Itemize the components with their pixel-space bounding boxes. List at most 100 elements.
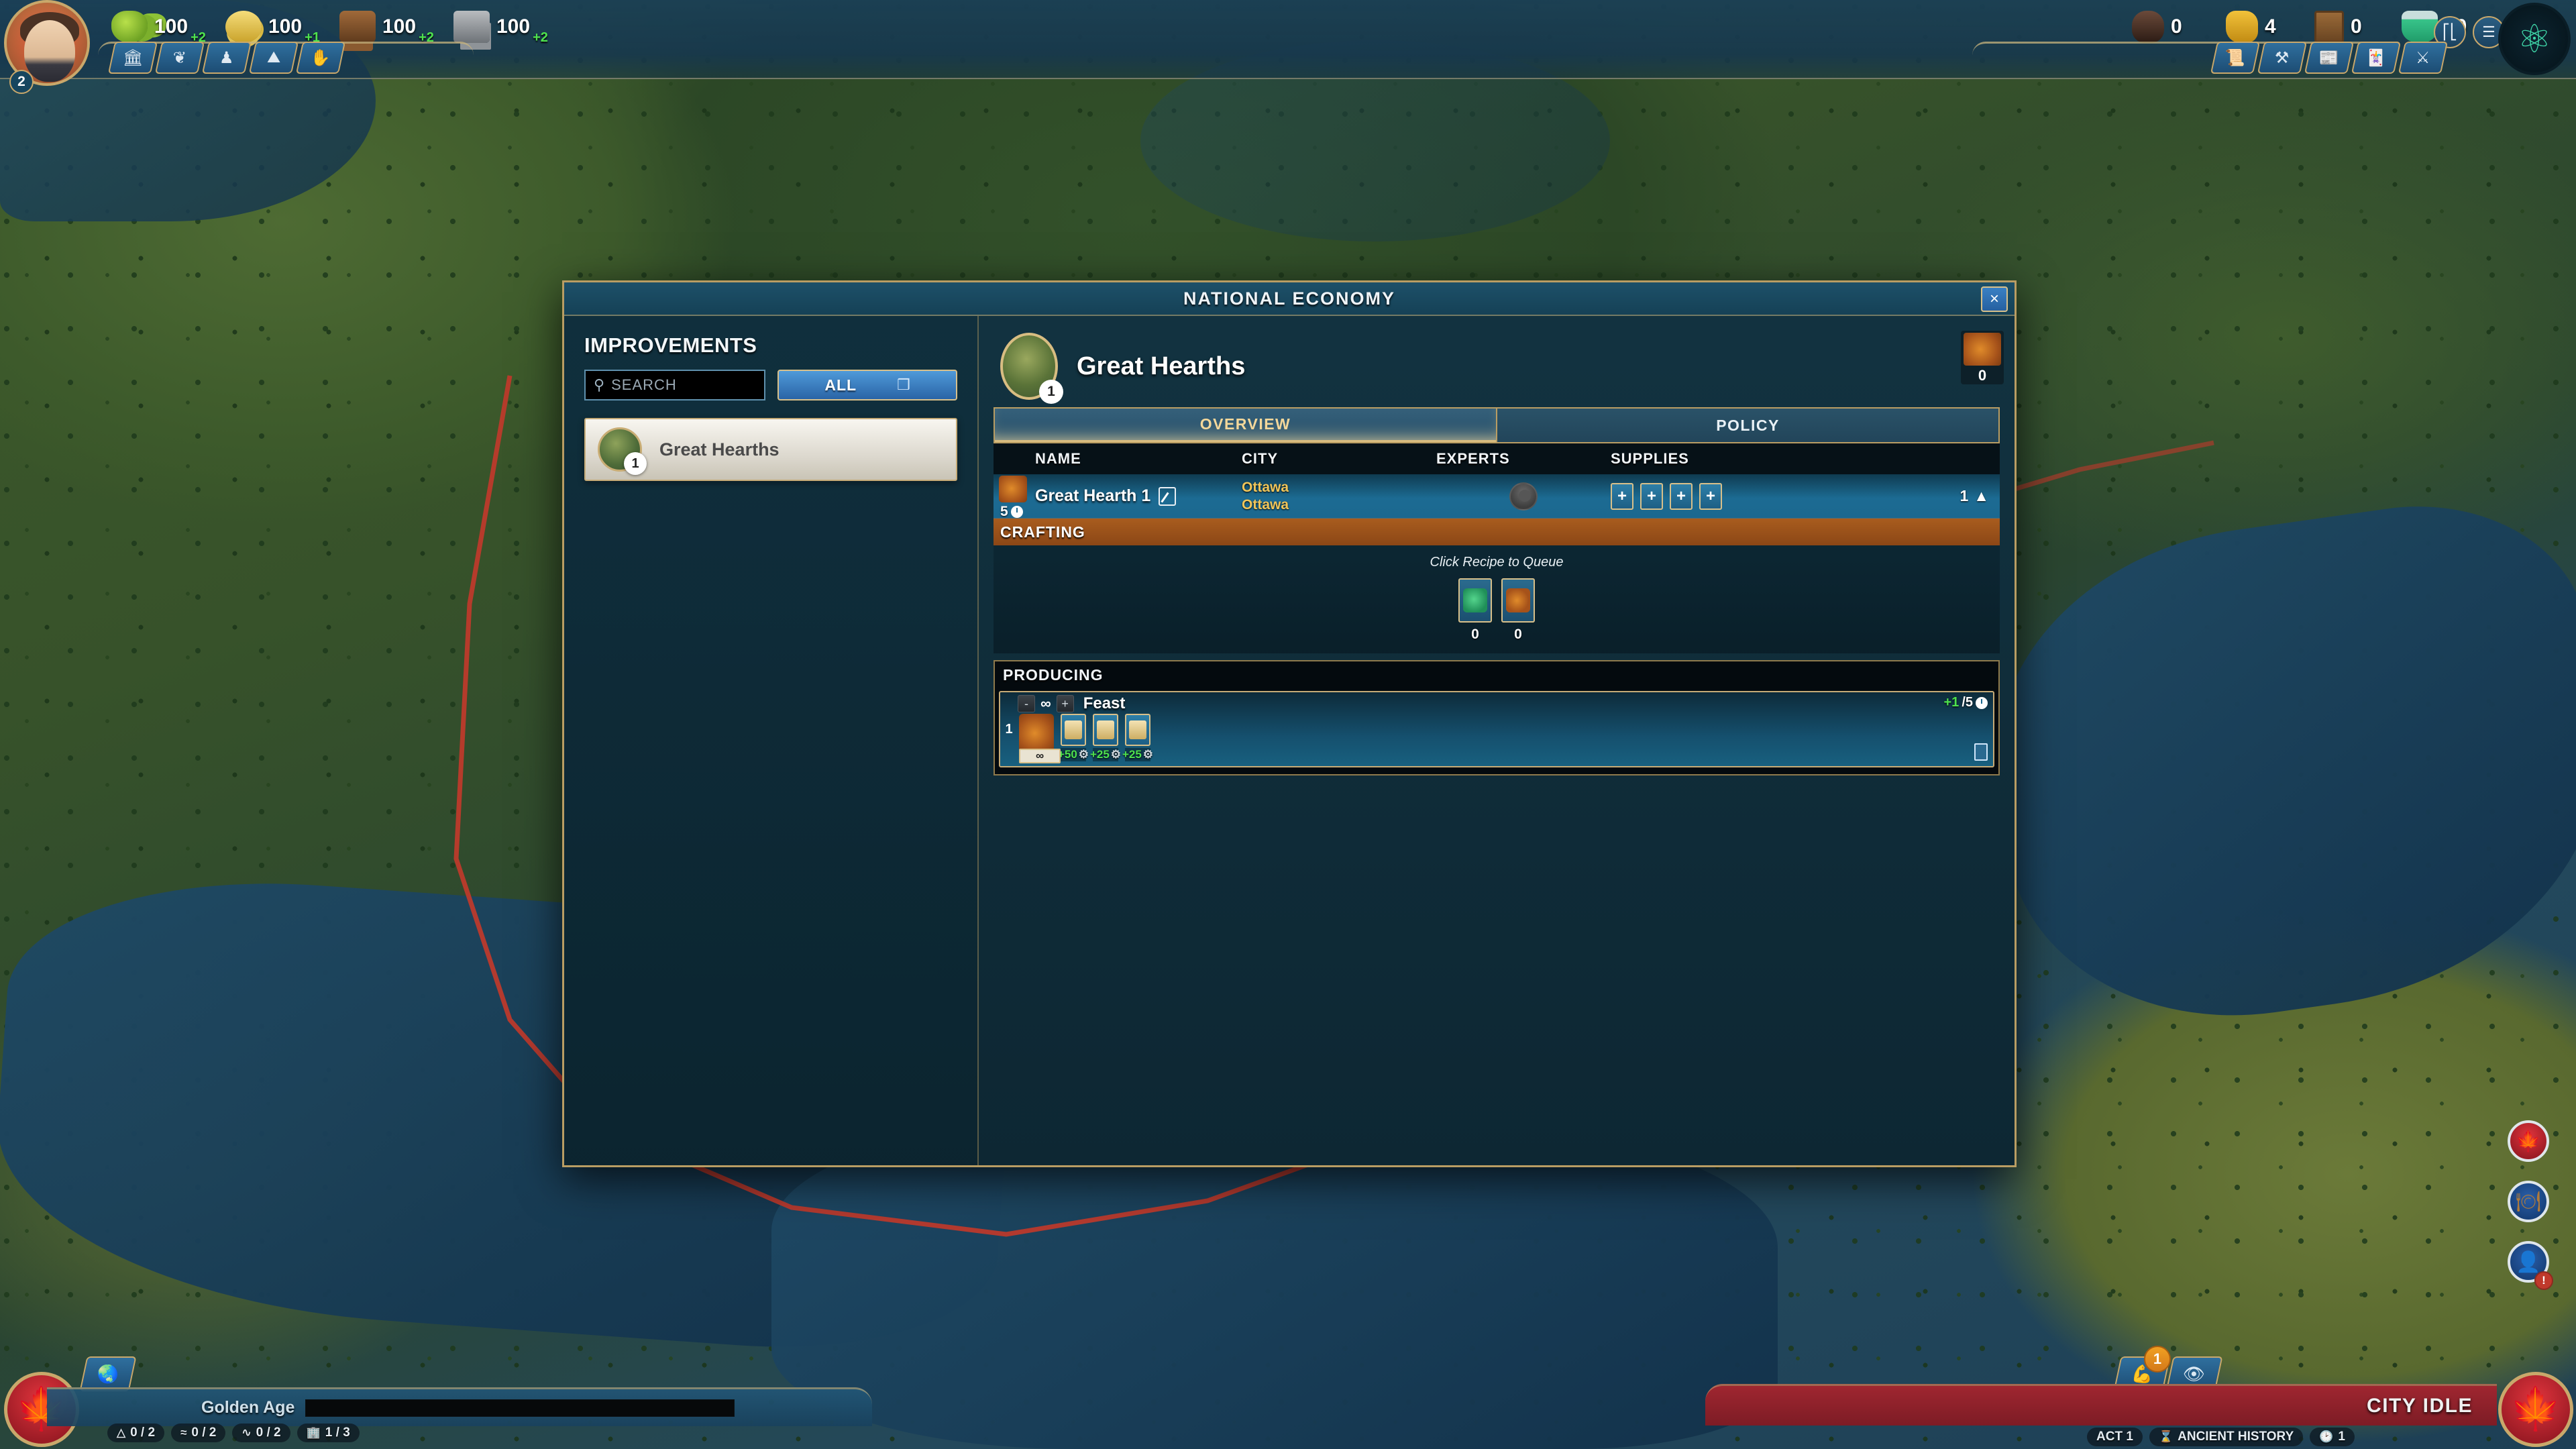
top-hud-bar: 2 100 +2 100 +1 100 +2 100 +2 0 4 0 10 ⎡…: [0, 0, 2576, 94]
nav-card[interactable]: 🃏: [2351, 42, 2402, 74]
list-item-label: Great Hearths: [659, 439, 780, 460]
recipe-feast[interactable]: 0: [1501, 578, 1535, 643]
side-button-flag[interactable]: 🍁: [2508, 1120, 2549, 1162]
table-row[interactable]: 5 Great Hearth 1 Ottawa Ottawa + + + + 1…: [994, 474, 2000, 519]
flag-canada-icon: 🍁: [2510, 1386, 2562, 1432]
city-name-secondary[interactable]: Ottawa: [1242, 496, 1436, 514]
nav-diplomacy[interactable]: ❦: [154, 42, 205, 74]
filter-dropdown[interactable]: ALL ❒: [777, 370, 957, 400]
nav-terrain[interactable]: ⛰: [248, 42, 299, 74]
nav-newspaper[interactable]: 📰: [2304, 42, 2355, 74]
advisor-alert-badge[interactable]: !: [2534, 1271, 2553, 1290]
increase-button[interactable]: +: [1056, 695, 1074, 712]
menu-icon: ☰: [2482, 23, 2496, 40]
great-hearths-thumb: 1: [598, 427, 647, 475]
output-value: +25 ⚙: [1090, 748, 1121, 761]
expert-slot[interactable]: [1509, 482, 1538, 511]
supply-add-button[interactable]: +: [1611, 482, 1633, 510]
nav-anvil[interactable]: ⚒: [2257, 42, 2308, 74]
output-amount: +50: [1057, 748, 1077, 761]
resource-amount: 100: [268, 15, 303, 38]
search-input[interactable]: [611, 376, 746, 394]
stat-pill-water[interactable]: ≈ 0 / 2: [171, 1424, 226, 1442]
production-queue-item[interactable]: 1 - ∞ + Feast +1 /5 +50 ⚙ +25 ⚙ +25 ⚙ ∞: [999, 691, 1994, 767]
stock-card[interactable]: 0: [1961, 331, 2004, 384]
detail-header: 1 Great Hearths: [994, 329, 2000, 404]
supply-add-button[interactable]: +: [1640, 482, 1663, 510]
filter-label: ALL: [824, 376, 857, 394]
stat-pill-wonder[interactable]: ∿ 0 / 2: [232, 1424, 290, 1442]
recipe-card[interactable]: [1501, 578, 1535, 623]
output-card: [1061, 714, 1086, 746]
nav-scroll[interactable]: 📜: [2210, 42, 2261, 74]
row-level-cell[interactable]: 1 ▲: [1960, 487, 1989, 505]
era-value: ANCIENT HISTORY: [2178, 1430, 2294, 1444]
act-pill[interactable]: ACT 1: [2087, 1428, 2143, 1446]
producing-panel: PRODUCING 1 - ∞ + Feast +1 /5 +50 ⚙ +25 …: [994, 660, 2000, 775]
card-icon: 🃏: [2366, 48, 2386, 67]
tech-tree-button[interactable]: ⚛: [2498, 3, 2571, 75]
newspaper-icon: 📰: [2319, 48, 2339, 67]
feast-icon: [999, 476, 1027, 502]
era-pill[interactable]: ⌛ ANCIENT HISTORY: [2149, 1428, 2304, 1446]
queue-item-body: - ∞ + Feast +1 /5 +50 ⚙ +25 ⚙ +25 ⚙ ∞: [1018, 692, 1993, 766]
output-value: +50 ⚙: [1057, 748, 1089, 761]
water-icon: ≈: [180, 1426, 187, 1439]
page-title: NATIONAL ECONOMY: [1183, 288, 1395, 309]
close-icon[interactable]: ×: [1981, 286, 2008, 312]
repeat-toggle[interactable]: ∞: [1019, 749, 1061, 763]
queue-rate: +1 /5: [1944, 695, 1988, 710]
advisor-icon: 👤: [2516, 1250, 2541, 1273]
output-slot[interactable]: +25 ⚙: [1090, 714, 1121, 761]
recipe-quantity: 0: [1471, 627, 1479, 642]
crate-icon: [2314, 11, 2344, 43]
stat-pill-mountain[interactable]: △ 0 / 2: [107, 1424, 165, 1442]
output-slot[interactable]: +25 ⚙: [1122, 714, 1153, 761]
nav-religion[interactable]: ✋: [295, 42, 346, 74]
column-header-supplies: SUPPLIES: [1611, 450, 1689, 467]
add-unit-icon: 🌏: [97, 1363, 119, 1384]
add-unit-button[interactable]: 🌏: [79, 1356, 137, 1391]
stat-pill-city[interactable]: 🏢 1 / 3: [297, 1424, 360, 1442]
turn-value: 5: [1000, 504, 1008, 519]
column-header-name: NAME: [1035, 450, 1081, 467]
output-slot[interactable]: +50 ⚙: [1057, 714, 1089, 761]
nav-government[interactable]: 🏛: [107, 42, 158, 74]
resource-amount: 100: [382, 15, 417, 38]
crafting-header: CRAFTING: [994, 519, 2000, 545]
tab-policy[interactable]: POLICY: [1496, 409, 1998, 442]
improvements-list: 1 Great Hearths: [584, 418, 957, 481]
resource-stone[interactable]: 100 +2: [453, 5, 552, 48]
supply-add-button[interactable]: +: [1670, 482, 1693, 510]
nav-military[interactable]: ⚔: [2398, 42, 2449, 74]
queue-index: 1: [1005, 721, 1013, 737]
unit-notification-badge[interactable]: 1: [2144, 1346, 2171, 1373]
clock-icon: 🕑: [2319, 1430, 2334, 1443]
player-flag-right[interactable]: 🍁: [2498, 1372, 2573, 1447]
bread-icon: [1065, 720, 1082, 739]
turn-pill[interactable]: 🕑 1: [2310, 1428, 2355, 1446]
side-button-trade[interactable]: 🍽: [2508, 1181, 2549, 1222]
national-economy-dialog: NATIONAL ECONOMY × IMPROVEMENTS ⚲ ALL ❒: [562, 280, 2017, 1167]
search-box[interactable]: ⚲: [584, 370, 766, 400]
scroll-icon: 📜: [2225, 48, 2245, 67]
crafting-body: Click Recipe to Queue 0 0: [994, 545, 2000, 653]
city-name-primary[interactable]: Ottawa: [1242, 479, 1436, 496]
tab-overview[interactable]: OVERVIEW: [995, 409, 1496, 442]
trash-icon[interactable]: [1974, 743, 1988, 761]
improvements-heading: IMPROVEMENTS: [584, 333, 757, 357]
gold-icon: [225, 11, 262, 43]
feast-icon: [1506, 588, 1530, 612]
herbs-icon: [1463, 588, 1487, 612]
recipe-herbs[interactable]: 0: [1458, 578, 1492, 643]
decrease-button[interactable]: -: [1018, 695, 1035, 712]
golden-age-label: Golden Age: [201, 1398, 295, 1417]
recipe-card[interactable]: [1458, 578, 1492, 623]
supply-add-button[interactable]: +: [1699, 482, 1722, 510]
list-item[interactable]: 1 Great Hearths: [584, 418, 957, 481]
row-name-text: Great Hearth 1: [1035, 486, 1151, 505]
nav-population[interactable]: ♟: [201, 42, 252, 74]
edit-icon[interactable]: [1159, 486, 1177, 506]
anvil-icon: ⚒: [2275, 48, 2290, 67]
repeat-symbol: ∞: [1040, 695, 1051, 712]
